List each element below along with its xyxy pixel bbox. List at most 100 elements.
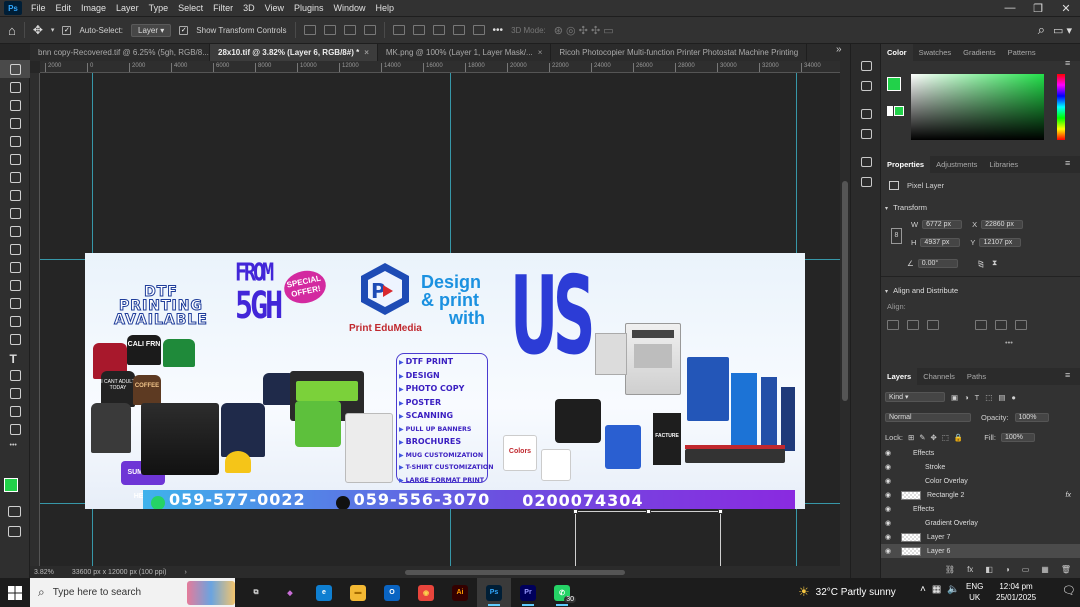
move-tool-icon[interactable] (0, 60, 30, 78)
adjustment-layer-icon[interactable]: ◑ (1005, 565, 1010, 574)
align-middle-icon[interactable] (412, 25, 425, 35)
link-dimensions-icon[interactable]: 8 (891, 228, 902, 244)
taskbar-file-explorer-icon[interactable]: ▬ (341, 578, 375, 607)
visibility-eye-icon[interactable]: ◉ (881, 547, 895, 555)
add-mask-icon[interactable]: ◧ (985, 565, 993, 574)
panel-tab-channels[interactable]: Channels (917, 368, 961, 385)
panel-tab-adjustments[interactable]: Adjustments (930, 156, 983, 173)
filter-shape-icon[interactable]: ⬚ (985, 393, 992, 402)
banner-artwork[interactable]: DTF PRINTING AVAILABLE FROM 5GH SPECIAL … (85, 253, 805, 509)
more-tools-icon[interactable]: ••• (0, 438, 30, 456)
taskbar-illustrator-icon[interactable]: Ai (443, 578, 477, 607)
panel-tab-color[interactable]: Color (881, 44, 913, 61)
quick-mask-icon[interactable] (8, 506, 21, 517)
clone-stamp-tool-icon[interactable] (0, 222, 30, 240)
character-icon[interactable] (851, 152, 881, 172)
search-icon[interactable]: ⌕ (1038, 22, 1045, 38)
menu-item-filter[interactable]: Filter (208, 0, 238, 16)
panel-menu-icon[interactable]: ≡ (1065, 158, 1070, 168)
history-icon[interactable] (851, 56, 881, 76)
background-color-swatch[interactable] (894, 106, 904, 116)
lasso-tool-icon[interactable] (0, 96, 30, 114)
width-input[interactable]: 6772 px (922, 220, 963, 229)
link-layers-icon[interactable]: ⛓ (945, 565, 955, 574)
move-tool-icon[interactable]: ✥ (33, 23, 43, 37)
paragraph-icon[interactable] (851, 172, 881, 192)
align-top-icon[interactable] (392, 25, 405, 35)
menu-item-view[interactable]: View (260, 0, 289, 16)
lock-artboard-icon[interactable]: ⬚ (942, 433, 949, 442)
gradient-tool-icon[interactable] (0, 276, 30, 294)
zoom-tool-icon[interactable] (0, 420, 30, 438)
screen-mode-icon[interactable] (8, 526, 21, 537)
minimize-button[interactable]: — (996, 2, 1024, 15)
new-group-icon[interactable]: ▭ (1022, 565, 1030, 574)
lock-paint-icon[interactable]: ✎ (919, 433, 925, 442)
comments-icon[interactable] (851, 76, 881, 96)
chevron-down-icon[interactable]: ▾ (51, 26, 55, 34)
blend-mode-dropdown[interactable]: Normal (885, 413, 971, 422)
close-tab-icon[interactable]: × (538, 48, 543, 57)
align-bottom-icon[interactable] (1015, 320, 1027, 330)
layer-row[interactable]: ◉ Gradient Overlay (881, 516, 1080, 530)
start-button[interactable] (0, 578, 30, 607)
layer-row[interactable]: ◉ Color Overlay (881, 474, 1080, 488)
filter-toggle-icon[interactable]: ● (1011, 393, 1016, 402)
eyedropper-tool-icon[interactable] (0, 168, 30, 186)
3d-orbit-icon[interactable]: ⊛ ◎ ✣ ✣ ▭ (554, 24, 614, 37)
taskbar-chrome-icon[interactable]: ◉ (409, 578, 443, 607)
hand-tool-icon[interactable] (0, 402, 30, 420)
foreground-color-swatch[interactable] (887, 77, 901, 91)
brush-settings-icon[interactable] (851, 104, 881, 124)
color-picker-field[interactable] (911, 74, 1044, 140)
layer-row[interactable]: ◉ Layer 6 (881, 544, 1080, 558)
lock-move-icon[interactable]: ✥ (931, 433, 937, 442)
panel-tab-patterns[interactable]: Patterns (1002, 44, 1042, 61)
x-input[interactable]: 22860 px (981, 220, 1024, 229)
filter-pixel-icon[interactable]: ▣ (951, 393, 958, 402)
align-middle-icon[interactable] (995, 320, 1007, 330)
kind-filter-dropdown[interactable]: Kind ▾ (885, 392, 945, 402)
transform-handle[interactable] (646, 509, 651, 514)
taskbar-photoshop-icon[interactable]: Ps (477, 578, 511, 607)
panel-menu-icon[interactable]: ≡ (1065, 370, 1070, 380)
align-left-icon[interactable] (303, 25, 316, 35)
blur-tool-icon[interactable] (0, 294, 30, 312)
chevron-up-icon[interactable]: ˄ (920, 584, 926, 595)
taskbar-outlook-icon[interactable]: O (375, 578, 409, 607)
distribute-icon[interactable] (363, 25, 376, 35)
marquee-tool-icon[interactable] (0, 78, 30, 96)
menu-item-plugins[interactable]: Plugins (289, 0, 329, 16)
network-icon[interactable]: ▦ (932, 584, 941, 595)
menu-item-window[interactable]: Window (329, 0, 371, 16)
visibility-eye-icon[interactable]: ◉ (881, 491, 895, 499)
taskbar-edge-icon[interactable]: e (307, 578, 341, 607)
distribute-spacing-icon[interactable] (472, 25, 485, 35)
panel-menu-icon[interactable]: ≡ (1065, 58, 1070, 68)
align-top-icon[interactable] (975, 320, 987, 330)
healing-brush-tool-icon[interactable] (0, 186, 30, 204)
menu-item-help[interactable]: Help (371, 0, 400, 16)
chevron-down-icon[interactable]: ▾ (885, 206, 888, 212)
panel-tab-gradients[interactable]: Gradients (957, 44, 1002, 61)
foreground-color-swatch[interactable] (4, 478, 18, 492)
adjustments-icon[interactable] (851, 124, 881, 144)
visibility-eye-icon[interactable]: ◉ (881, 505, 895, 513)
lock-transparent-icon[interactable]: ⊞ (908, 433, 914, 442)
brush-tool-icon[interactable] (0, 204, 30, 222)
delete-layer-icon[interactable]: 🗑 (1061, 565, 1071, 574)
workspace-icon[interactable]: ▭ ▾ (1053, 24, 1072, 37)
eraser-tool-icon[interactable] (0, 258, 30, 276)
document-tab[interactable]: Ricoh Photocopier Multi-function Printer… (551, 44, 808, 61)
more-options-icon[interactable]: ••• (1005, 338, 1013, 347)
transform-handle[interactable] (718, 509, 723, 514)
frame-tool-icon[interactable] (0, 150, 30, 168)
scrollbar-thumb[interactable] (842, 181, 848, 401)
auto-select-checkbox[interactable]: ✓ (62, 25, 72, 35)
transform-handle[interactable] (573, 509, 578, 514)
align-center-icon[interactable] (907, 320, 919, 330)
flip-horizontal-icon[interactable]: ⧎ (978, 259, 984, 268)
filter-smart-icon[interactable]: ▤ (998, 393, 1005, 402)
auto-select-target-dropdown[interactable]: Layer ▾ (131, 23, 172, 37)
layer-row[interactable]: ◉ Effects (881, 502, 1080, 516)
